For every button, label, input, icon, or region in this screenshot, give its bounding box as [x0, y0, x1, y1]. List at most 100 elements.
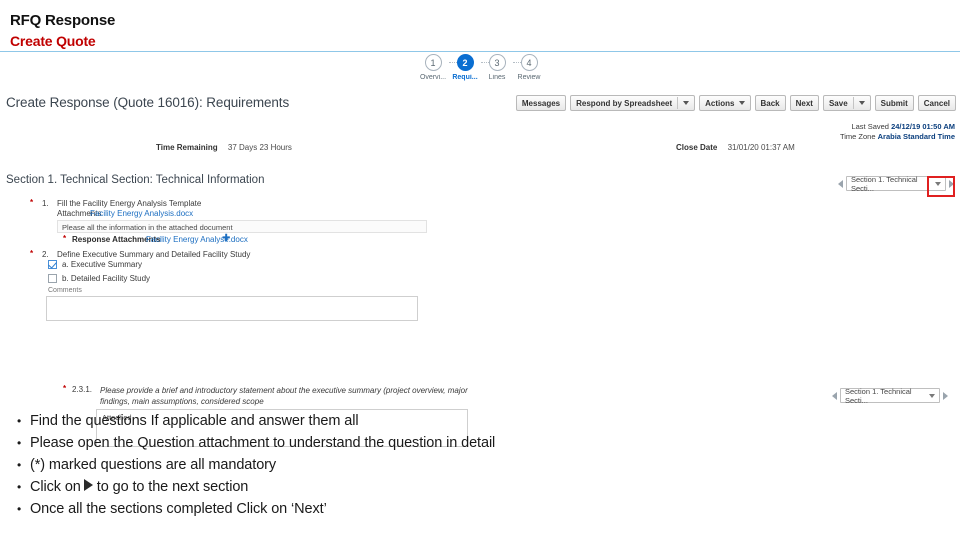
section-selector-bottom[interactable]: Section 1. Technical Secti... — [840, 386, 940, 405]
step-4-label: Review — [517, 74, 541, 81]
section-navigator-bottom: Section 1. Technical Secti... — [832, 386, 948, 405]
instruction-text-4-pre: Click on — [30, 479, 81, 495]
required-asterisk-icon: * — [30, 249, 34, 258]
step-1-label: Overvi... — [419, 74, 447, 81]
wizard-step-2[interactable]: 2 Requi... — [447, 54, 483, 81]
next-button-label: Next — [795, 98, 813, 108]
bullet-icon: • — [16, 458, 22, 472]
next-button[interactable]: Next — [789, 95, 819, 111]
instruction-text-5: Once all the sections completed Click on… — [30, 501, 327, 517]
cancel-button[interactable]: Cancel — [917, 95, 956, 111]
list-item: • Click on to go to the next section — [8, 476, 708, 498]
question-2-option-a-label: a. Executive Summary — [62, 260, 143, 269]
instruction-text-3: (*) marked questions are all mandatory — [30, 457, 277, 473]
question-1-attachment-link[interactable]: Facility Energy Analysis.docx — [90, 209, 193, 218]
question-2-option-b-checkbox[interactable] — [48, 274, 57, 283]
step-2-label: Requi... — [452, 74, 478, 81]
bullet-icon: • — [16, 480, 22, 494]
wizard-step-1[interactable]: 1 Overvi... — [415, 54, 451, 81]
add-attachment-button[interactable]: ✚ — [222, 233, 231, 244]
question-1-text: Fill the Facility Energy Analysis Templa… — [57, 199, 202, 208]
question-1-instruction-box: Please all the information in the attach… — [57, 220, 427, 233]
time-remaining-value: 37 Days 23 Hours — [227, 143, 292, 152]
question-2-comments-input[interactable] — [46, 296, 418, 321]
highlight-annotation-box — [927, 176, 955, 197]
submit-button-label: Submit — [880, 98, 908, 108]
chevron-down-icon — [929, 393, 935, 398]
save-button-label: Save — [828, 98, 848, 108]
actions-button[interactable]: Actions — [699, 95, 751, 111]
slide-header: RFQ Response Create Quote — [0, 0, 960, 52]
time-zone-row: Time Zone Arabia Standard Time — [840, 132, 955, 142]
submit-button[interactable]: Submit — [874, 95, 914, 111]
instruction-list: • Find the questions If applicable and a… — [8, 410, 708, 520]
save-split[interactable] — [852, 97, 865, 109]
list-item: • Find the questions If applicable and a… — [8, 410, 708, 432]
bullet-icon: • — [16, 502, 22, 516]
slide-title: RFQ Response — [10, 12, 116, 29]
required-asterisk-icon: * — [63, 234, 67, 243]
wizard-step-3[interactable]: 3 Lines — [479, 54, 515, 81]
save-button[interactable]: Save — [822, 95, 871, 111]
step-3-label: Lines — [488, 74, 506, 81]
messages-button[interactable]: Messages — [515, 95, 567, 111]
play-arrow-icon — [83, 479, 93, 491]
time-zone-value: Arabia Standard Time — [877, 132, 955, 141]
close-date: Close Date 31/01/20 01:37 AM — [676, 143, 795, 152]
plus-icon: ✚ — [222, 233, 231, 244]
question-1-number: 1. — [42, 199, 49, 208]
toolbar: Messages Respond by Spreadsheet Actions … — [515, 95, 956, 111]
step-1-circle: 1 — [424, 54, 442, 71]
chevron-left-icon[interactable] — [838, 179, 843, 188]
last-saved-label: Last Saved — [851, 122, 889, 131]
application-screenshot: 1 Overvi... 2 Requi... 3 Lines 4 Review … — [0, 52, 960, 447]
instruction-text-1: Find the questions If applicable and ans… — [30, 413, 359, 429]
step-2-circle: 2 — [456, 54, 474, 71]
respond-by-spreadsheet-button[interactable]: Respond by Spreadsheet — [570, 95, 696, 111]
question-2-option-a-checkbox[interactable] — [48, 260, 57, 269]
instruction-text-2: Please open the Question attachment to u… — [30, 435, 496, 451]
section-selector-top-value: Section 1. Technical Secti... — [851, 174, 918, 193]
last-saved-row: Last Saved 24/12/19 01:50 AM — [840, 122, 955, 132]
time-remaining-label: Time Remaining — [156, 143, 218, 152]
question-2-number: 2. — [42, 250, 49, 259]
question-231-number: 2.3.1. — [72, 385, 93, 394]
last-saved-value: 24/12/19 01:50 AM — [891, 122, 955, 131]
chevron-down-icon — [738, 101, 745, 105]
instruction-text-4-post: to go to the next section — [96, 479, 249, 495]
chevron-down-icon — [683, 101, 690, 105]
bullet-icon: • — [16, 436, 22, 450]
bullet-icon: • — [16, 414, 22, 428]
list-item: • (*) marked questions are all mandatory — [8, 454, 708, 476]
list-item: • Once all the sections completed Click … — [8, 498, 708, 520]
step-4-circle: 4 — [520, 54, 538, 71]
save-status-block: Last Saved 24/12/19 01:50 AM Time Zone A… — [840, 122, 955, 142]
messages-button-label: Messages — [521, 98, 561, 108]
question-231-text: Please provide a brief and introductory … — [100, 386, 468, 406]
question-231-required-mark: * — [63, 384, 66, 393]
question-2-text: Define Executive Summary and Detailed Fa… — [57, 250, 251, 259]
wizard-step-train: 1 Overvi... 2 Requi... 3 Lines 4 Review — [415, 54, 550, 92]
question-2-comments-label: Comments — [48, 287, 82, 294]
required-asterisk-icon: * — [63, 384, 67, 393]
chevron-down-icon — [858, 101, 865, 105]
chevron-right-icon[interactable] — [943, 391, 948, 400]
page-title: Create Response (Quote 16016): Requireme… — [6, 95, 290, 110]
step-3-circle: 3 — [488, 54, 506, 71]
respond-by-spreadsheet-label: Respond by Spreadsheet — [576, 98, 673, 108]
cancel-button-label: Cancel — [923, 98, 950, 108]
wizard-step-4[interactable]: 4 Review — [511, 54, 547, 81]
back-button[interactable]: Back — [754, 95, 786, 111]
section-selector-bottom-value: Section 1. Technical Secti... — [845, 386, 912, 405]
question-2-option-b-label: b. Detailed Facility Study — [62, 274, 151, 283]
respond-by-spreadsheet-split[interactable] — [677, 97, 690, 109]
question-2-comments-value — [47, 297, 417, 301]
list-item: • Please open the Question attachment to… — [8, 432, 708, 454]
back-button-label: Back — [760, 98, 780, 108]
close-date-label: Close Date — [676, 143, 718, 152]
question-2-required-mark: * — [30, 249, 33, 258]
question-1-required-mark: * — [30, 198, 33, 207]
question-1-response-file[interactable]: Facility Energy Analyse.docx — [146, 235, 248, 244]
time-zone-label: Time Zone — [839, 132, 876, 141]
chevron-left-icon[interactable] — [832, 391, 837, 400]
